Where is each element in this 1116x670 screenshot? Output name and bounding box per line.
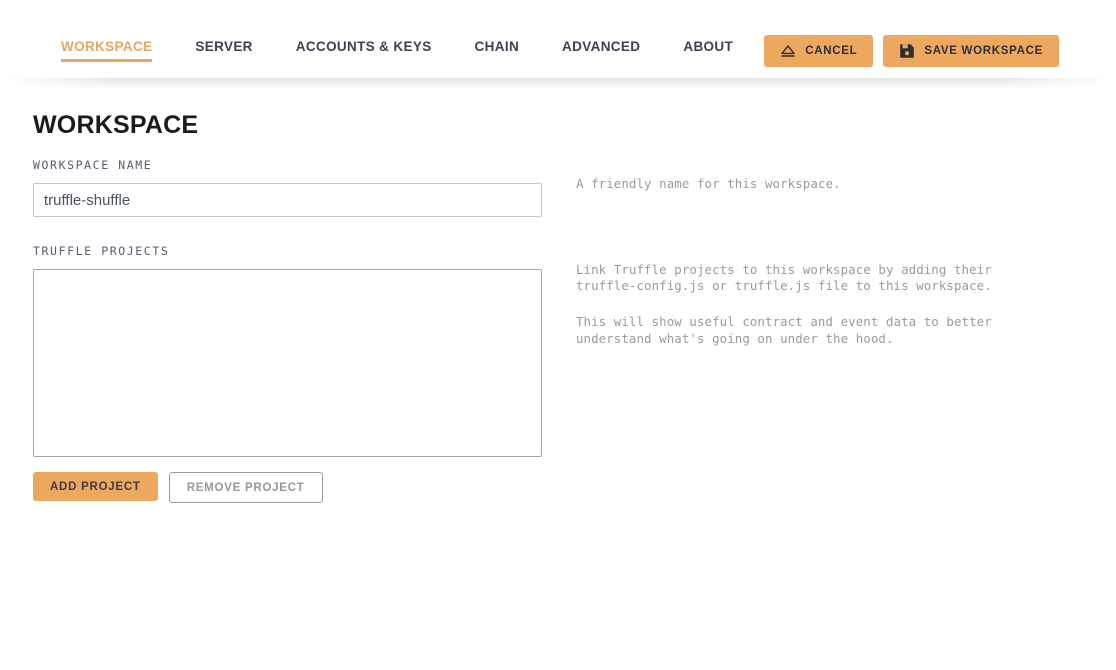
save-workspace-button-label: SAVE WORKSPACE (924, 45, 1043, 57)
tab-workspace[interactable]: WORKSPACE (61, 40, 153, 62)
floppy-disk-save-icon (899, 43, 915, 59)
workspace-name-label: WORKSPACE NAME (33, 158, 153, 172)
remove-project-button[interactable]: REMOVE PROJECT (168, 472, 323, 503)
truffle-projects-help-paragraph-1: Link Truffle projects to this workspace … (576, 262, 992, 294)
truffle-projects-help-paragraph-2: This will show useful contract and event… (576, 314, 992, 346)
tab-server[interactable]: SERVER (195, 40, 252, 62)
save-workspace-button[interactable]: SAVE WORKSPACE (883, 35, 1059, 67)
project-action-buttons: ADD PROJECT REMOVE PROJECT (33, 472, 323, 503)
main-navigation: WORKSPACE SERVER ACCOUNTS & KEYS CHAIN A… (61, 40, 733, 62)
truffle-projects-label: TRUFFLE PROJECTS (33, 244, 170, 258)
tab-accounts-keys[interactable]: ACCOUNTS & KEYS (296, 40, 432, 62)
tab-about[interactable]: ABOUT (683, 40, 733, 62)
tab-advanced[interactable]: ADVANCED (562, 40, 640, 62)
workspace-name-input[interactable] (33, 183, 542, 217)
truffle-projects-help: Link Truffle projects to this workspace … (576, 262, 992, 347)
tab-chain[interactable]: CHAIN (475, 40, 520, 62)
app-header: WORKSPACE SERVER ACCOUNTS & KEYS CHAIN A… (0, 0, 1116, 78)
add-project-button[interactable]: ADD PROJECT (33, 472, 158, 501)
eject-icon (780, 44, 796, 58)
workspace-name-help-text: A friendly name for this workspace. (576, 176, 841, 191)
header-shadow-divider (0, 78, 1116, 90)
truffle-projects-list[interactable] (33, 269, 542, 457)
page-title: WORKSPACE (33, 111, 199, 139)
cancel-button[interactable]: CANCEL (764, 35, 874, 67)
header-action-buttons: CANCEL SAVE WORKSPACE (764, 35, 1059, 67)
workspace-name-help: A friendly name for this workspace. (576, 176, 841, 192)
cancel-button-label: CANCEL (805, 45, 858, 57)
truffle-projects-field-group: TRUFFLE PROJECTS (33, 244, 542, 457)
workspace-name-field-group: WORKSPACE NAME (33, 158, 542, 217)
